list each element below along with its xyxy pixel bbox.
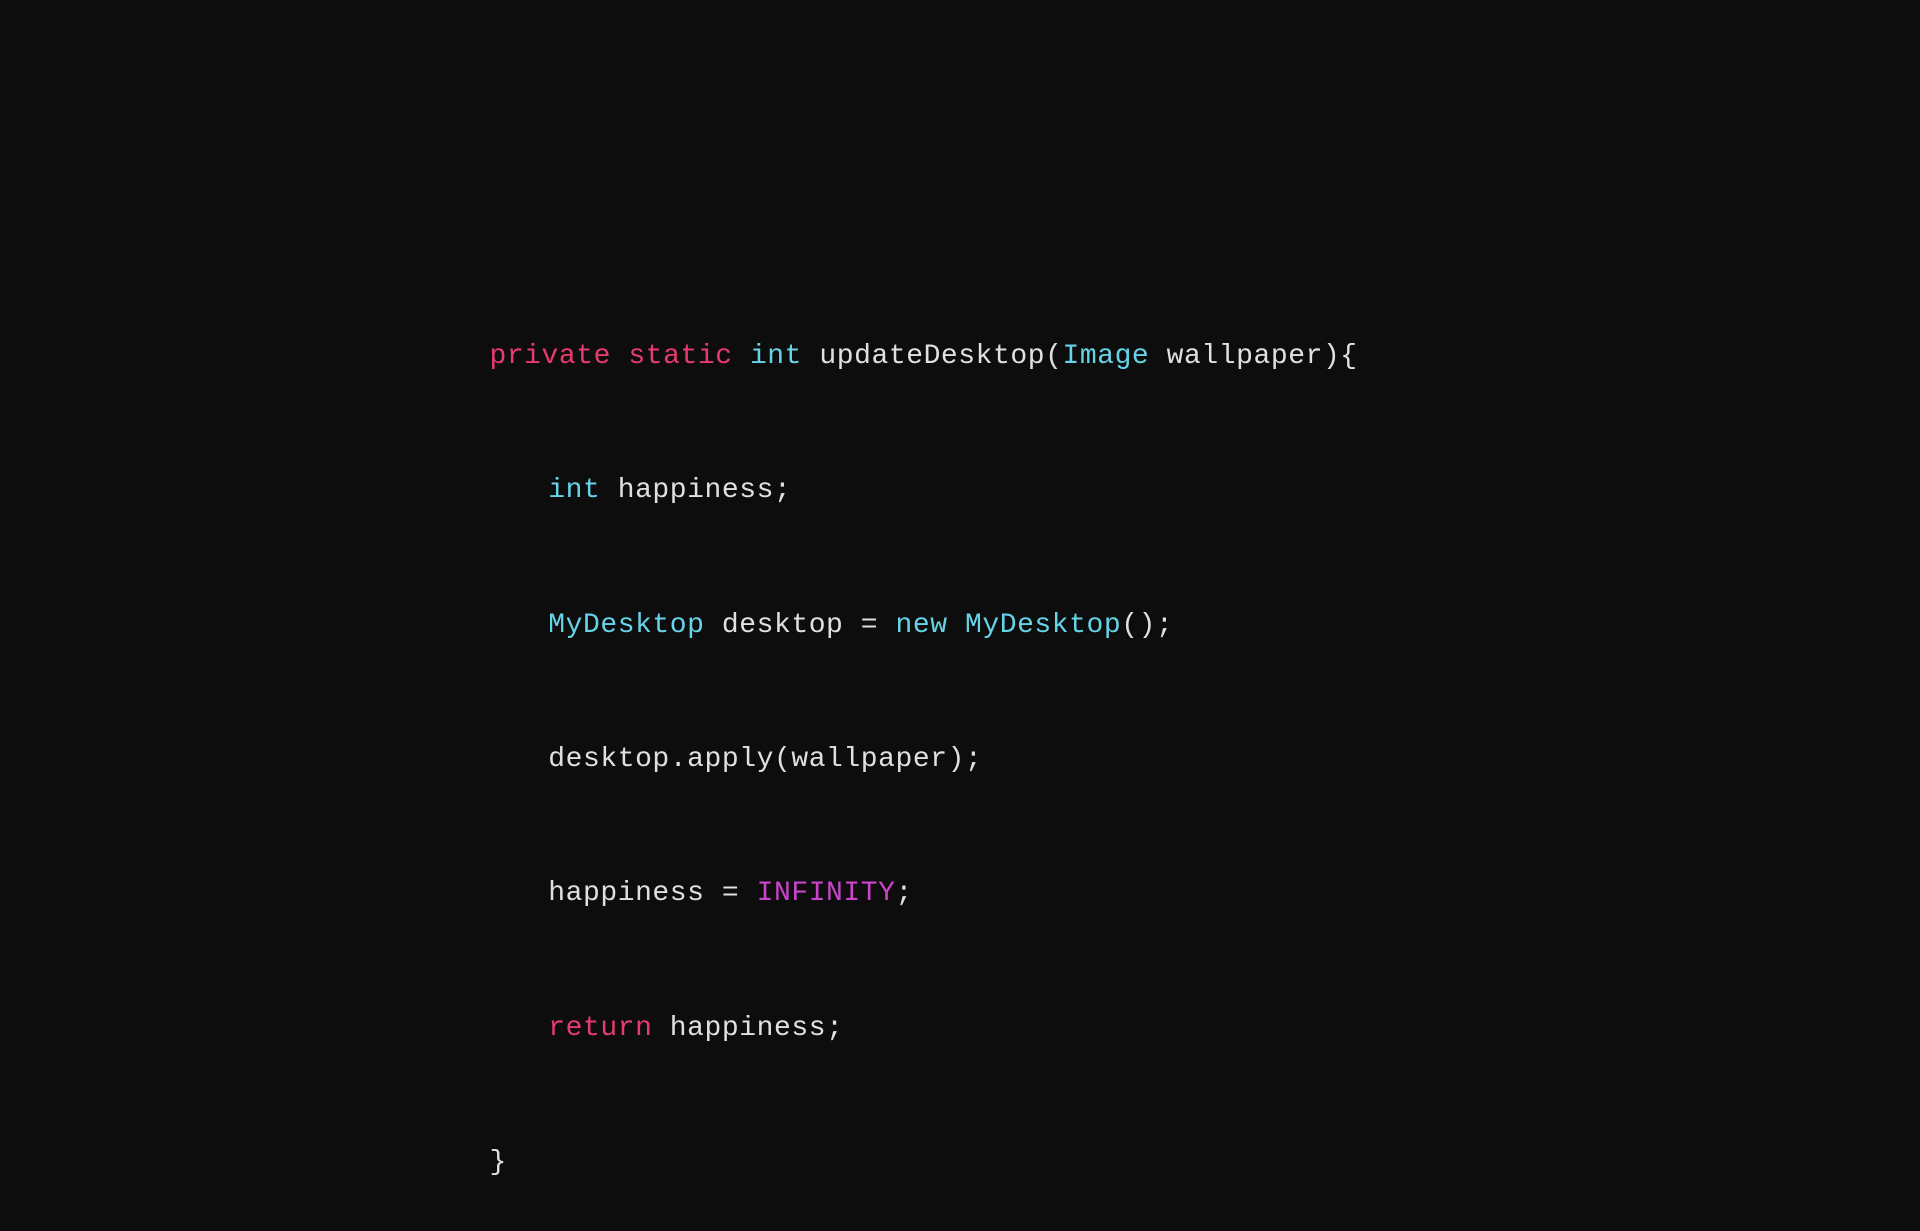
- keyword-int-1: int: [750, 341, 802, 372]
- class-mydesktop-2: MyDesktop: [965, 610, 1121, 641]
- class-mydesktop-1: MyDesktop: [548, 610, 704, 641]
- keyword-return: return: [548, 1013, 652, 1044]
- code-line-5: happiness = INFINITY;: [479, 828, 1358, 962]
- keyword-static: static: [628, 341, 732, 372]
- class-image: Image: [1062, 341, 1149, 372]
- code-line-4: desktop.apply(wallpaper);: [479, 693, 1358, 827]
- keyword-private: private: [489, 341, 611, 372]
- keyword-new: new: [896, 610, 948, 641]
- closing-brace: }: [489, 1147, 506, 1178]
- constant-infinity: INFINITY: [757, 878, 896, 909]
- code-block: private static int updateDesktop(Image w…: [420, 290, 1358, 1231]
- code-line-3: MyDesktop desktop = new MyDesktop();: [479, 559, 1358, 693]
- code-line-6: return happiness;: [479, 962, 1358, 1096]
- code-line-1: private static int updateDesktop(Image w…: [420, 290, 1358, 424]
- code-line-2: int happiness;: [479, 424, 1358, 558]
- keyword-int-2: int: [548, 475, 600, 506]
- code-line-7: }: [420, 1096, 1358, 1230]
